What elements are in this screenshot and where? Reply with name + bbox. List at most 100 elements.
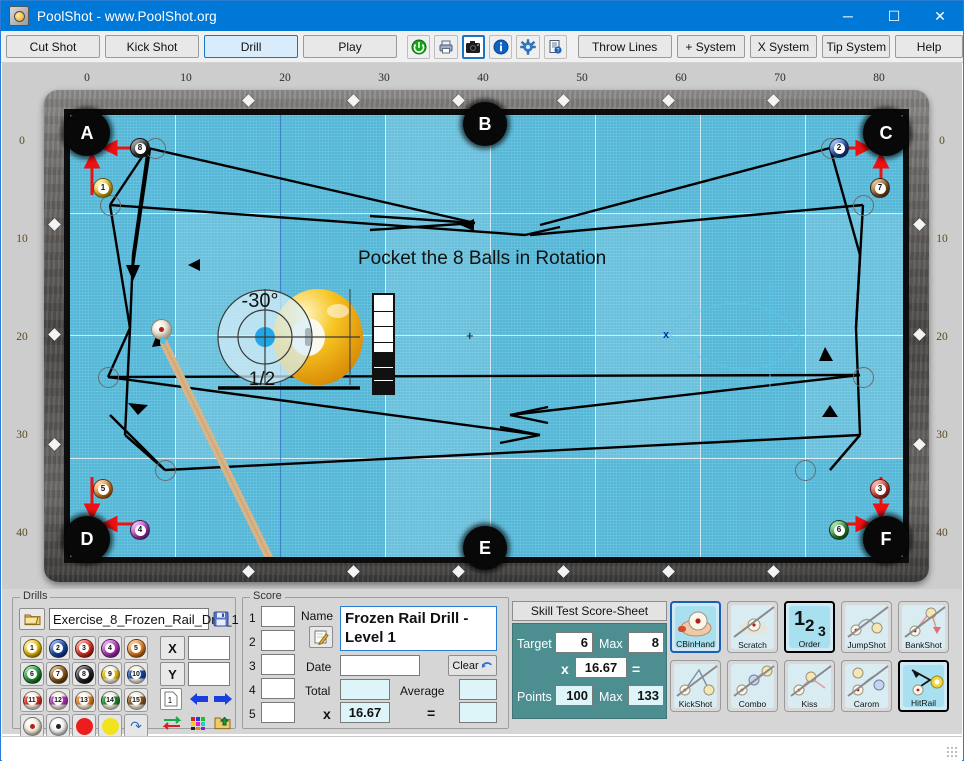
- camera-icon[interactable]: [461, 34, 485, 59]
- swap-arrows-icon[interactable]: [160, 712, 184, 734]
- export-folder-icon[interactable]: [211, 712, 235, 734]
- ball-button-13[interactable]: 13: [72, 688, 96, 712]
- printer-icon[interactable]: [434, 34, 458, 59]
- y-coord-input[interactable]: [188, 662, 230, 686]
- pocket-e[interactable]: E: [463, 526, 507, 570]
- pocket-label: B: [478, 113, 492, 134]
- ball-button-7[interactable]: 7: [46, 662, 70, 686]
- score-input-2[interactable]: [261, 630, 295, 651]
- pocket-a[interactable]: A: [64, 110, 110, 156]
- reset-arrow-button[interactable]: ↷: [124, 714, 148, 738]
- shot-type-order[interactable]: 1 2 3 Order: [784, 601, 835, 653]
- shot-type-combo[interactable]: Combo: [727, 660, 778, 712]
- shot-type-cbinhand[interactable]: CBinHand: [670, 601, 721, 653]
- ball-button-3[interactable]: 3: [72, 636, 96, 660]
- equals-label: =: [427, 705, 436, 721]
- yellow-ball-button[interactable]: [98, 714, 122, 738]
- ball-button-14[interactable]: 14: [98, 688, 122, 712]
- help-document-icon[interactable]: ?: [543, 34, 567, 59]
- red-ball-button[interactable]: [72, 714, 96, 738]
- power-meter[interactable]: [372, 293, 395, 395]
- pool-table[interactable]: 8 1 2 7 5 4 3 6 + x Pocket the 8 Balls i…: [44, 90, 929, 582]
- throw-lines-button[interactable]: Throw Lines: [577, 35, 672, 58]
- minimize-button[interactable]: ─: [825, 1, 871, 31]
- resize-grip[interactable]: [946, 746, 958, 758]
- page-number-button[interactable]: 1: [160, 688, 182, 710]
- shot-type-hitrail[interactable]: HitRail: [898, 660, 949, 712]
- cue-ball-in-hand-icon: [678, 611, 712, 637]
- next-arrow-icon[interactable]: [211, 688, 235, 710]
- shot-type-carom[interactable]: Carom: [841, 660, 892, 712]
- tab-play[interactable]: Play: [303, 35, 398, 58]
- pocket-c[interactable]: C: [863, 110, 909, 156]
- power-icon[interactable]: [406, 34, 431, 59]
- ball-button-9[interactable]: 9: [98, 662, 122, 686]
- ball-button-5[interactable]: 5: [124, 636, 148, 660]
- x-coord-label-button[interactable]: X: [160, 636, 185, 660]
- ball-button-8[interactable]: 8: [72, 662, 96, 686]
- ball-button-number: 13: [79, 695, 89, 705]
- shot-type-kiss[interactable]: Kiss: [784, 660, 835, 712]
- average-value: [459, 679, 497, 700]
- average-label: Average: [400, 684, 445, 698]
- pocket-d[interactable]: D: [64, 516, 110, 562]
- tab-cut-shot[interactable]: Cut Shot: [6, 35, 101, 58]
- pocket-f[interactable]: F: [863, 516, 909, 562]
- maximize-button[interactable]: ☐: [871, 1, 917, 31]
- ball-button-4[interactable]: 4: [98, 636, 122, 660]
- ball-button-11[interactable]: 11: [20, 688, 44, 712]
- tab-drill[interactable]: Drill: [204, 35, 299, 58]
- skill-test-panel: Skill Test Score-Sheet Target 6 Max 8 x …: [512, 601, 667, 719]
- edit-note-icon[interactable]: [309, 626, 333, 648]
- shot-type-label: Combo: [738, 699, 767, 709]
- info-icon[interactable]: [488, 34, 513, 59]
- shot-type-scratch[interactable]: Scratch: [727, 601, 778, 653]
- shot-type-bankshot[interactable]: BankShot: [898, 601, 949, 653]
- ruler-top-40: 40: [477, 72, 489, 84]
- ball-button-6[interactable]: 6: [20, 662, 44, 686]
- prev-arrow-icon[interactable]: [187, 688, 211, 710]
- pool-table-board[interactable]: 0 10 20 30 40 50 60 70 80 0 10 20 30 40 …: [2, 63, 962, 589]
- multiplier-value[interactable]: 16.67: [340, 702, 390, 723]
- target-input[interactable]: 6: [555, 632, 593, 653]
- y-coord-label-button[interactable]: Y: [160, 662, 185, 686]
- tip-system-button[interactable]: Tip System: [822, 35, 891, 58]
- ball-button-12[interactable]: 12: [46, 688, 70, 712]
- x-coord-input[interactable]: [188, 636, 230, 660]
- jump-shot-icon: [847, 606, 889, 638]
- score-input-1[interactable]: [261, 606, 295, 627]
- tab-kick-shot[interactable]: Kick Shot: [105, 35, 200, 58]
- ball-button-1[interactable]: 1: [20, 636, 44, 660]
- close-button[interactable]: ✕: [917, 1, 963, 31]
- points-value: 100: [555, 685, 593, 706]
- app-window: PoolShot - www.PoolShot.org ─ ☐ ✕ Cut Sh…: [0, 0, 964, 761]
- score-input-3[interactable]: [261, 654, 295, 675]
- ruler-top-60: 60: [675, 72, 687, 84]
- clear-button[interactable]: Clear: [448, 655, 497, 676]
- shot-type-jumpshot[interactable]: JumpShot: [841, 601, 892, 653]
- x-system-button[interactable]: X System: [749, 35, 818, 58]
- score-input-5[interactable]: [261, 702, 295, 723]
- drill-name-input[interactable]: Frozen Rail Drill - Level 1: [340, 606, 497, 651]
- ball-button-2[interactable]: 2: [46, 636, 70, 660]
- table-cloth[interactable]: 8 1 2 7 5 4 3 6 + x Pocket the 8 Balls i…: [70, 115, 903, 557]
- window-title: PoolShot - www.PoolShot.org: [37, 8, 217, 24]
- color-palette-icon[interactable]: [187, 712, 211, 734]
- save-disk-icon[interactable]: [211, 608, 231, 630]
- shot-type-kickshot[interactable]: KickShot: [670, 660, 721, 712]
- cue-ball-black-dot-button[interactable]: [46, 714, 70, 738]
- pocket-b[interactable]: B: [463, 102, 507, 146]
- open-folder-icon[interactable]: [19, 608, 45, 630]
- plus-system-button[interactable]: + System: [676, 35, 745, 58]
- score-input-4[interactable]: [261, 678, 295, 699]
- help-button[interactable]: Help: [895, 35, 964, 58]
- date-input[interactable]: [340, 655, 420, 676]
- settings-gear-icon[interactable]: [516, 34, 540, 59]
- drill-file-input[interactable]: Exercise_8_Frozen_Rail_Drill_1: [49, 608, 239, 630]
- cue-ball-red-dot-button[interactable]: [20, 714, 44, 738]
- bank-shot-icon: [904, 606, 946, 638]
- ball-button-15[interactable]: 15: [124, 688, 148, 712]
- ball-button-10[interactable]: 10: [124, 662, 148, 686]
- kick-shot-icon: [676, 665, 718, 697]
- result-value: [459, 702, 497, 723]
